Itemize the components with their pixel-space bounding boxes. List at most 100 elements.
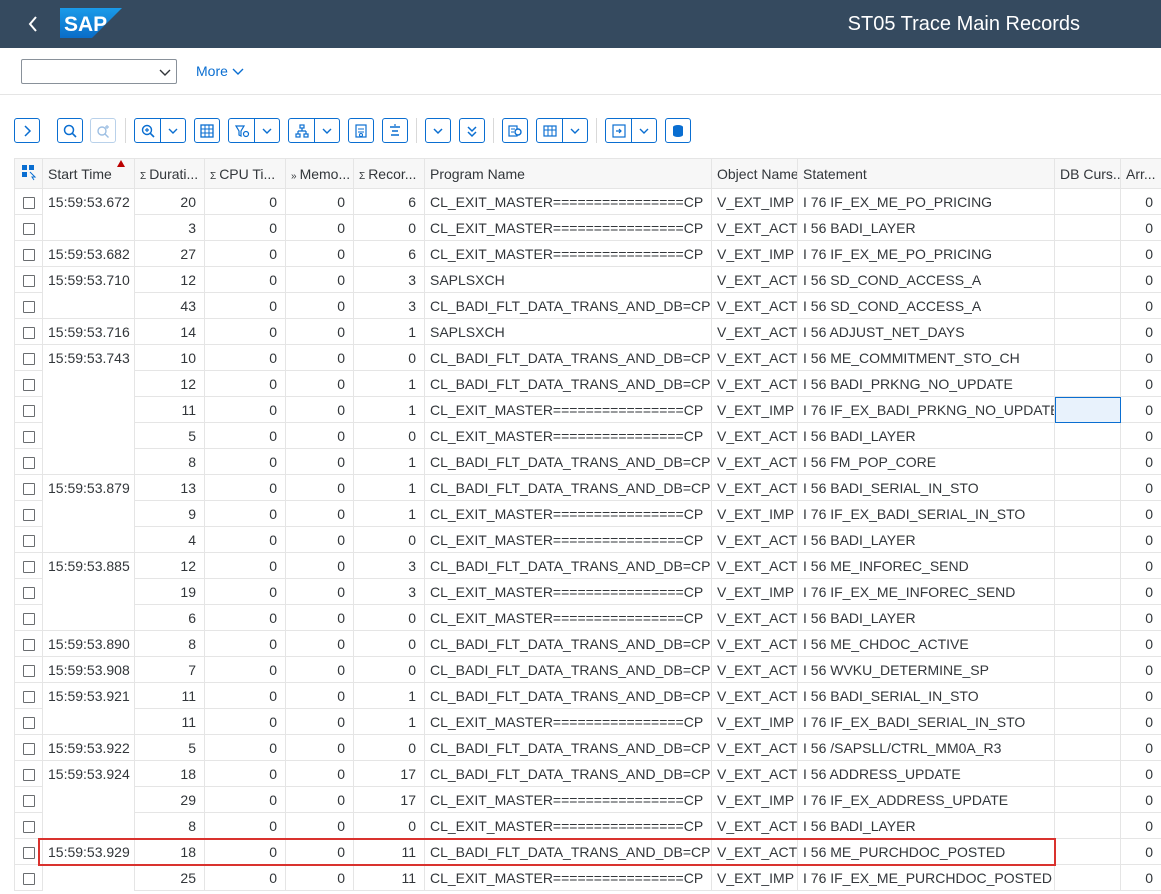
duration-cell[interactable]: 4 xyxy=(134,526,205,553)
start-time-cell[interactable] xyxy=(42,864,135,891)
records-cell[interactable]: 6 xyxy=(353,240,425,267)
program-name-cell[interactable]: CL_BADI_FLT_DATA_TRANS_AND_DB=CP xyxy=(424,760,712,787)
table-row[interactable]: 15:59:53.922 5 0 0 0 CL_BADI_FLT_DATA_TRANS_A… xyxy=(14,734,1161,761)
row-checkbox[interactable] xyxy=(22,352,35,365)
object-name-cell[interactable]: V_EXT_ACT xyxy=(711,656,798,683)
array-cell[interactable]: 0 xyxy=(1120,838,1161,865)
start-time-cell[interactable]: 15:59:53.716 xyxy=(42,318,135,345)
table-row[interactable]: 15:59:53.879 13 0 0 1 CL_BADI_FLT_DATA_TRANS_… xyxy=(14,474,1161,501)
object-name-cell[interactable]: V_EXT_IMP xyxy=(711,240,798,267)
statement-cell[interactable]: I 56 ME_INFOREC_SEND xyxy=(797,552,1055,579)
db-cursor-cell[interactable] xyxy=(1054,838,1121,865)
table-row[interactable]: 11 0 0 1 CL_EXIT_MASTER================CP V_E… xyxy=(14,708,1161,735)
statement-cell[interactable]: I 76 IF_EX_ADDRESS_UPDATE xyxy=(797,786,1055,813)
cpu-time-cell[interactable]: 0 xyxy=(204,864,286,891)
records-cell[interactable]: 11 xyxy=(353,864,425,891)
object-name-cell[interactable]: V_EXT_IMP xyxy=(711,786,798,813)
start-time-cell[interactable]: 15:59:53.922 xyxy=(42,734,135,761)
row-select-cell[interactable] xyxy=(14,240,43,267)
memory-cell[interactable]: 0 xyxy=(285,500,354,527)
program-name-cell[interactable]: CL_BADI_FLT_DATA_TRANS_AND_DB=CP xyxy=(424,344,712,371)
table-row-highlighted[interactable]: 15:59:53.929 18 0 0 11 CL_BADI_FLT_DATA_TRANS… xyxy=(14,838,1161,865)
row-select-cell[interactable] xyxy=(14,838,43,865)
statement-cell[interactable]: I 56 FM_POP_CORE xyxy=(797,448,1055,475)
statement-cell[interactable]: I 56 ADJUST_NET_DAYS xyxy=(797,318,1055,345)
cpu-time-cell[interactable]: 0 xyxy=(204,214,286,241)
db-cursor-cell[interactable] xyxy=(1054,344,1121,371)
table-row[interactable]: 3 0 0 0 CL_EXIT_MASTER================CP V_EX… xyxy=(14,214,1161,241)
start-time-cell[interactable] xyxy=(42,370,135,397)
start-time-cell[interactable]: 15:59:53.672 xyxy=(42,188,135,215)
start-time-cell[interactable]: 15:59:53.921 xyxy=(42,682,135,709)
table-row[interactable]: 6 0 0 0 CL_EXIT_MASTER================CP V_EX… xyxy=(14,604,1161,631)
duration-cell[interactable]: 12 xyxy=(134,552,205,579)
filter-button[interactable] xyxy=(229,119,254,142)
start-time-cell[interactable]: 15:59:53.885 xyxy=(42,552,135,579)
table-row[interactable]: 15:59:53.716 14 0 0 1 SAPLSXCH V_EXT_ACT I 56 A… xyxy=(14,318,1161,345)
table-row[interactable]: 12 0 0 1 CL_BADI_FLT_DATA_TRANS_AND_DB=CP V_E… xyxy=(14,370,1161,397)
row-checkbox[interactable] xyxy=(22,612,35,625)
object-name-cell[interactable]: V_EXT_ACT xyxy=(711,344,798,371)
table-row[interactable]: 11 0 0 1 CL_EXIT_MASTER================CP V_E… xyxy=(14,396,1161,423)
statement-cell[interactable]: I 76 IF_EX_BADI_SERIAL_IN_STO xyxy=(797,708,1055,735)
memory-cell[interactable]: 0 xyxy=(285,370,354,397)
statement-cell[interactable]: I 56 BADI_LAYER xyxy=(797,604,1055,631)
row-select-cell[interactable] xyxy=(14,344,43,371)
row-select-cell[interactable] xyxy=(14,682,43,709)
table-row[interactable]: 15:59:53.682 27 0 0 6 CL_EXIT_MASTER=========… xyxy=(14,240,1161,267)
row-checkbox[interactable] xyxy=(22,456,35,469)
duration-cell[interactable]: 19 xyxy=(134,578,205,605)
records-cell[interactable]: 1 xyxy=(353,474,425,501)
cpu-time-cell[interactable]: 0 xyxy=(204,682,286,709)
db-cursor-cell[interactable] xyxy=(1054,448,1121,475)
cpu-time-cell[interactable]: 0 xyxy=(204,734,286,761)
collapse-button[interactable] xyxy=(425,118,451,143)
table-settings-dropdown[interactable] xyxy=(631,119,656,142)
row-checkbox[interactable] xyxy=(22,872,35,885)
filter-dropdown[interactable] xyxy=(254,119,279,142)
row-select-cell[interactable] xyxy=(14,422,43,449)
row-checkbox[interactable] xyxy=(22,274,35,287)
records-cell[interactable]: 0 xyxy=(353,526,425,553)
duration-cell[interactable]: 11 xyxy=(134,396,205,423)
program-name-cell[interactable]: CL_EXIT_MASTER================CP xyxy=(424,786,712,813)
program-name-cell[interactable]: CL_EXIT_MASTER================CP xyxy=(424,396,712,423)
row-checkbox[interactable] xyxy=(22,664,35,677)
object-name-cell[interactable]: V_EXT_ACT xyxy=(711,734,798,761)
records-cell[interactable]: 1 xyxy=(353,448,425,475)
start-time-cell[interactable] xyxy=(42,396,135,423)
memory-cell[interactable]: 0 xyxy=(285,630,354,657)
program-name-cell[interactable]: CL_BADI_FLT_DATA_TRANS_AND_DB=CP xyxy=(424,682,712,709)
hierarchy-button-group[interactable] xyxy=(288,118,340,143)
cpu-time-cell[interactable]: 0 xyxy=(204,812,286,839)
object-name-cell[interactable]: V_EXT_ACT xyxy=(711,474,798,501)
memory-cell[interactable]: 0 xyxy=(285,318,354,345)
col-object-name[interactable]: Object Name xyxy=(711,158,798,189)
row-select-cell[interactable] xyxy=(14,266,43,293)
array-cell[interactable]: 0 xyxy=(1120,396,1161,423)
records-cell[interactable]: 1 xyxy=(353,370,425,397)
calculator-button[interactable] xyxy=(194,118,220,143)
row-checkbox[interactable] xyxy=(22,768,35,781)
start-time-cell[interactable] xyxy=(42,578,135,605)
table-row[interactable]: 43 0 0 3 CL_BADI_FLT_DATA_TRANS_AND_DB=CP V_E… xyxy=(14,292,1161,319)
db-cursor-cell[interactable] xyxy=(1054,734,1121,761)
array-cell[interactable]: 0 xyxy=(1120,760,1161,787)
memory-cell[interactable]: 0 xyxy=(285,448,354,475)
program-name-cell[interactable]: CL_EXIT_MASTER================CP xyxy=(424,526,712,553)
expand-all-button[interactable] xyxy=(459,118,485,143)
db-cursor-cell[interactable] xyxy=(1054,760,1121,787)
row-checkbox[interactable] xyxy=(22,820,35,833)
array-cell[interactable]: 0 xyxy=(1120,474,1161,501)
table-row[interactable]: 5 0 0 0 CL_EXIT_MASTER================CP V_EX… xyxy=(14,422,1161,449)
db-cursor-cell[interactable] xyxy=(1054,292,1121,319)
row-select-cell[interactable] xyxy=(14,812,43,839)
row-select-cell[interactable] xyxy=(14,214,43,241)
db-cursor-cell[interactable] xyxy=(1054,214,1121,241)
table-settings-button[interactable] xyxy=(606,119,631,142)
memory-cell[interactable]: 0 xyxy=(285,786,354,813)
db-cursor-cell[interactable] xyxy=(1054,682,1121,709)
start-time-cell[interactable]: 15:59:53.879 xyxy=(42,474,135,501)
object-name-cell[interactable]: V_EXT_ACT xyxy=(711,760,798,787)
object-name-cell[interactable]: V_EXT_ACT xyxy=(711,552,798,579)
